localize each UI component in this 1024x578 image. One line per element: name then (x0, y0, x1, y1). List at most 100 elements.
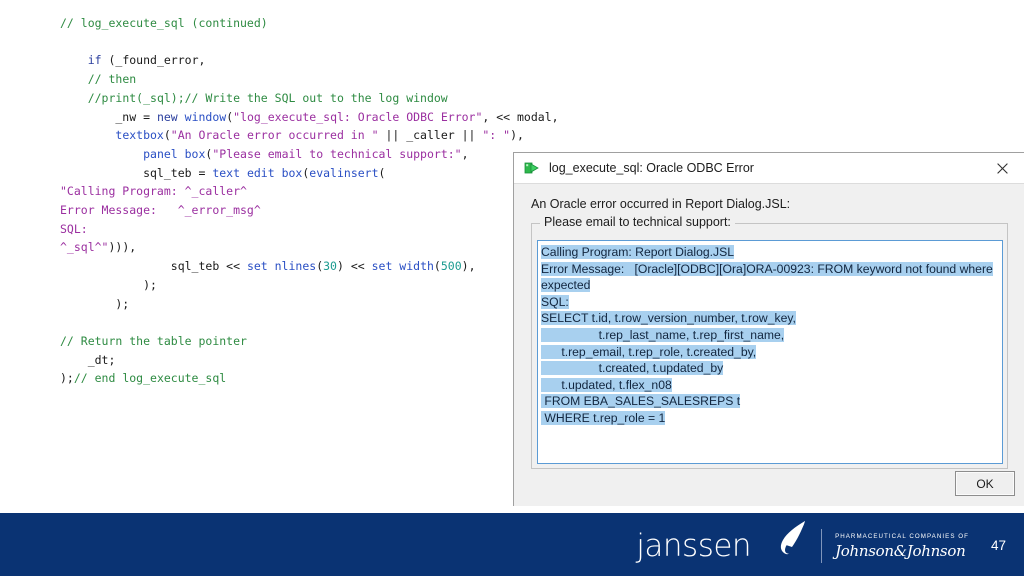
sql-line-text: Error Message: [Oracle][ODBC][Ora]ORA-00… (541, 261, 993, 276)
code-token: "Calling Program: ^_caller^ (60, 184, 247, 199)
sql-line: t.created, t.updated_by (541, 360, 1000, 377)
dialog-body: An Oracle error occurred in Report Dialo… (514, 184, 1024, 506)
code-line: _nw = new window("log_execute_sql: Oracl… (60, 108, 580, 127)
code-token: , (461, 146, 469, 161)
code-line: "Calling Program: ^_caller^ (60, 182, 580, 201)
code-token: ^_sql^" (60, 240, 109, 255)
code-line: );// end log_execute_sql (60, 369, 580, 388)
sql-text-content: Calling Program: Report Dialog.JSL Error … (538, 241, 1002, 427)
code-token: // end log_execute_sql (73, 371, 227, 386)
code-token: sql_teb << (60, 259, 247, 274)
code-token: "Please email to technical support:" (212, 146, 462, 161)
error-message-line: An Oracle error occurred in Report Dialo… (531, 197, 791, 211)
code-token: _nw = (60, 109, 157, 124)
sql-line-text: t.updated, t.flex_n08 (541, 377, 672, 392)
janssen-swoosh-icon (761, 519, 807, 568)
code-token: ))), (108, 240, 137, 255)
jnj-wordmark: Johnson&Johnson (835, 541, 966, 560)
janssen-branding: janssen PHARMACEUTICAL COMPANIES OF John… (636, 513, 1006, 578)
sql-line-text: expected (541, 278, 591, 293)
code-token: // log_execute_sql (continued) (60, 16, 268, 30)
sql-line-text: Calling Program: Report Dialog.JSL (541, 245, 735, 259)
code-line: textbox("An Oracle error occurred in " |… (60, 126, 580, 145)
code-token: panel box (143, 146, 206, 161)
code-token: ), (510, 128, 524, 143)
code-token: 500 (440, 259, 462, 274)
sql-line: Calling Program: Report Dialog.JSL (541, 244, 1000, 261)
ok-button[interactable]: OK (955, 471, 1015, 496)
sql-line-text: t.rep_last_name, t.rep_first_name, (541, 327, 785, 342)
code-line: sql_teb = text edit box(evalinsert( (60, 164, 580, 183)
sql-line: SQL: (541, 294, 1000, 311)
code-token: // then (87, 72, 137, 87)
group-box-legend: Please email to technical support: (540, 215, 735, 229)
code-token: evalinsert (309, 165, 379, 180)
code-token: ( (378, 165, 386, 180)
code-token: || _caller || (378, 128, 483, 143)
sql-line-text: WHERE t.rep_role = 1 (541, 410, 666, 425)
code-line: // log_execute_sql (continued) (60, 14, 580, 33)
code-token: ": " (482, 128, 511, 143)
sql-line: t.updated, t.flex_n08 (541, 377, 1000, 394)
code-token: set nlines (246, 259, 317, 274)
code-token: SQL: (60, 221, 88, 236)
code-token: // Return the table pointer (60, 333, 247, 348)
sql-line: t.rep_email, t.rep_role, t.created_by, (541, 344, 1000, 361)
page-number: 47 (990, 538, 1006, 553)
code-token: Error Message: ^_error_msg^ (60, 203, 261, 218)
sql-line: SELECT t.id, t.row_version_number, t.row… (541, 310, 1000, 327)
code-line: // Return the table pointer (60, 332, 580, 351)
code-token: "An Oracle error occurred in " (170, 128, 379, 143)
sql-line-text: SQL: (541, 294, 569, 309)
code-token: //print(_sql);// Write the SQL out to th… (87, 90, 448, 105)
code-token: ( (433, 259, 441, 274)
code-token: ), (461, 259, 476, 274)
code-token: textbox (115, 128, 164, 143)
code-line: //print(_sql);// Write the SQL out to th… (60, 89, 580, 108)
sql-line-text: t.rep_email, t.rep_role, t.created_by, (541, 344, 757, 359)
code-token: new (156, 109, 178, 124)
code-token: 30 (323, 259, 337, 274)
sql-line-text: t.created, t.updated_by (541, 361, 724, 376)
code-token: ); (60, 296, 130, 311)
code-line: SQL: (60, 220, 580, 239)
sql-line: WHERE t.rep_role = 1 (541, 410, 1000, 427)
code-token: ( (163, 128, 171, 143)
sql-line: FROM EBA_SALES_SALESREPS t (541, 393, 1000, 410)
jnj-lockup: PHARMACEUTICAL COMPANIES OF Johnson&John… (835, 533, 969, 559)
code-token: set width (371, 259, 434, 274)
support-group-box: Please email to technical support: Calli… (531, 215, 1008, 469)
code-line: if (_found_error, (60, 51, 580, 70)
slide-footer: janssen PHARMACEUTICAL COMPANIES OF John… (0, 511, 1024, 576)
code-token: ); (60, 277, 157, 292)
sql-line-text: FROM EBA_SALES_SALESREPS t (541, 394, 741, 409)
code-line: _dt; (60, 351, 580, 370)
janssen-wordmark: janssen (636, 528, 752, 564)
sql-line: expected (541, 277, 1000, 294)
jnj-tagline: PHARMACEUTICAL COMPANIES OF (835, 532, 969, 540)
code-token: sql_teb = (60, 165, 213, 180)
code-token: if (87, 53, 102, 68)
code-line: sql_teb << set nlines(30) << set width(5… (60, 257, 580, 276)
sql-line: t.rep_last_name, t.rep_first_name, (541, 327, 1000, 344)
code-line: // then (60, 70, 580, 89)
sql-line: Error Message: [Oracle][ODBC][Ora]ORA-00… (541, 261, 1000, 278)
code-token: ) << (336, 259, 372, 274)
sql-text-edit-box[interactable]: Calling Program: Report Dialog.JSL Error … (537, 240, 1003, 464)
sql-line-text: SELECT t.id, t.row_version_number, t.row… (541, 311, 796, 326)
close-icon[interactable] (980, 154, 1024, 183)
code-token: , << modal, (482, 109, 559, 124)
code-token: window (184, 109, 227, 124)
green-arrow-app-icon (524, 160, 540, 176)
code-token: (_found_error, (101, 53, 206, 68)
oracle-odbc-error-dialog: log_execute_sql: Oracle ODBC Error An Or… (513, 152, 1024, 506)
code-token: text edit box (212, 165, 303, 180)
code-token: ); (60, 371, 74, 386)
